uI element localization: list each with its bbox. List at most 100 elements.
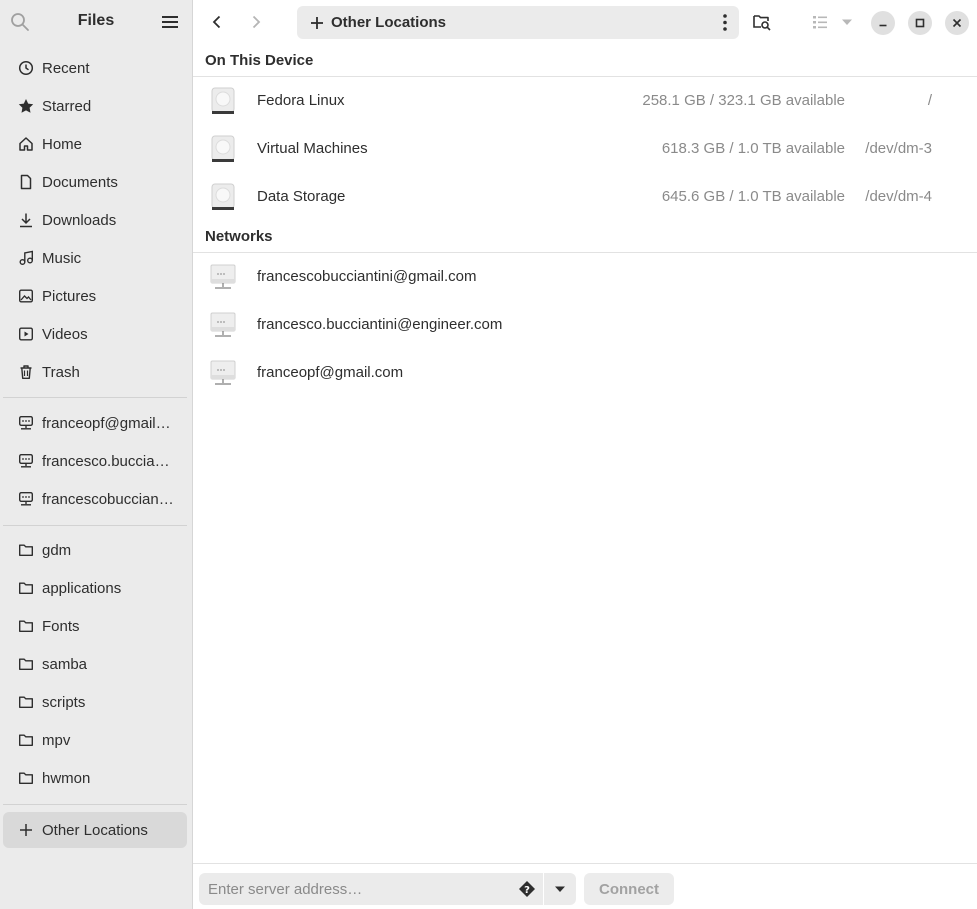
sidebar-item-documents[interactable]: Documents	[3, 164, 187, 200]
picture-icon	[18, 288, 34, 304]
device-mount: /dev/dm-3	[865, 140, 932, 157]
minimize-button[interactable]	[871, 11, 895, 35]
folder-icon	[18, 580, 34, 596]
list-view-icon	[813, 16, 827, 29]
device-available: 258.1 GB / 323.1 GB available	[642, 92, 845, 109]
folder-icon	[18, 770, 34, 786]
network-name: francesco.bucciantini@engineer.com	[257, 316, 503, 333]
sidebar-item-label: Fonts	[42, 617, 80, 635]
sidebar-item-label: applications	[42, 579, 122, 597]
sidebar-item-scripts[interactable]: scripts	[3, 684, 187, 720]
sidebar-item-network-gmail[interactable]: francescobucciantini@gmail.com	[3, 481, 187, 517]
network-server-icon	[210, 360, 236, 385]
folder-icon	[18, 542, 34, 558]
sidebar-item-starred[interactable]: Starred	[3, 88, 187, 124]
sidebar-item-hwmon[interactable]: hwmon	[3, 760, 187, 796]
server-address-input[interactable]	[199, 873, 543, 905]
device-name: Virtual Machines	[257, 140, 368, 157]
close-icon	[952, 18, 962, 28]
sidebar-item-label: mpv	[42, 731, 71, 749]
search-in-folder-button[interactable]	[749, 9, 775, 35]
view-options-dropdown[interactable]	[834, 9, 860, 35]
network-row-engineer[interactable]: francesco.bucciantini@engineer.com	[193, 301, 977, 349]
sidebar-item-label: Starred	[42, 97, 92, 115]
folder-search-icon	[753, 15, 771, 31]
chevron-down-icon	[555, 886, 565, 892]
recent-servers-dropdown[interactable]	[544, 873, 576, 905]
sidebar-item-label: scripts	[42, 693, 86, 711]
more-options-icon[interactable]	[723, 14, 727, 31]
document-icon	[18, 174, 34, 190]
sidebar-item-label: Trash	[42, 363, 80, 381]
music-icon	[18, 250, 34, 266]
drive-icon	[211, 87, 235, 114]
device-row-fedora-linux[interactable]: Fedora Linux 258.1 GB / 323.1 GB availab…	[193, 77, 977, 125]
main-content: Other Locations On This Device Fedora Li…	[193, 0, 977, 909]
connect-to-server-bar: ? Connect	[193, 863, 977, 909]
device-name: Fedora Linux	[257, 92, 345, 109]
video-icon	[18, 326, 34, 342]
sidebar-item-music[interactable]: Music	[3, 240, 187, 276]
network-row-francescobucciantini[interactable]: francescobucciantini@gmail.com	[193, 253, 977, 301]
maximize-button[interactable]	[908, 11, 932, 35]
close-button[interactable]	[945, 11, 969, 35]
clock-icon	[18, 60, 34, 76]
home-icon	[18, 136, 34, 152]
sidebar-item-trash[interactable]: Trash	[3, 354, 187, 390]
trash-icon	[18, 364, 34, 380]
sidebar-item-other-locations[interactable]: Other Locations	[3, 812, 187, 848]
sidebar-item-home[interactable]: Home	[3, 126, 187, 162]
sidebar-item-label: francesco.bucciantini@engineer.com	[42, 452, 174, 470]
network-name: francescobucciantini@gmail.com	[257, 268, 477, 285]
star-icon	[18, 98, 34, 114]
sidebar-separator	[3, 525, 187, 526]
hamburger-menu-icon[interactable]	[160, 12, 180, 32]
sidebar-item-mpv[interactable]: mpv	[3, 722, 187, 758]
sidebar-item-label: Pictures	[42, 287, 97, 305]
folder-icon	[18, 732, 34, 748]
network-server-icon	[210, 312, 236, 337]
chevron-left-icon	[212, 15, 221, 29]
sidebar-item-pictures[interactable]: Pictures	[3, 278, 187, 314]
sidebar-item-network-engineer[interactable]: francesco.bucciantini@engineer.com	[3, 443, 187, 479]
sidebar-item-label: Recent	[42, 59, 90, 77]
sidebar-item-applications[interactable]: applications	[3, 570, 187, 606]
network-icon	[18, 491, 34, 507]
connect-button[interactable]: Connect	[584, 873, 674, 905]
maximize-icon	[915, 18, 925, 28]
view-list-button[interactable]	[807, 9, 833, 35]
sidebar-item-downloads[interactable]: Downloads	[3, 202, 187, 238]
location-bar[interactable]: Other Locations	[297, 6, 739, 39]
sidebar-item-label: Downloads	[42, 211, 117, 229]
sidebar-item-recent[interactable]: Recent	[3, 50, 187, 86]
drive-icon	[211, 135, 235, 162]
header-bar: Other Locations	[193, 0, 977, 44]
sidebar-item-fonts[interactable]: Fonts	[3, 608, 187, 644]
network-name: franceopf@gmail.com	[257, 364, 404, 381]
chevron-down-icon	[842, 19, 852, 25]
network-icon	[18, 415, 34, 431]
device-row-virtual-machines[interactable]: Virtual Machines 618.3 GB / 1.0 TB avail…	[193, 125, 977, 173]
section-title-on-this-device: On This Device	[205, 52, 314, 69]
forward-button[interactable]	[243, 9, 269, 35]
plus-icon	[311, 16, 323, 29]
drive-icon	[211, 183, 235, 210]
network-row-franceopf[interactable]: franceopf@gmail.com	[193, 349, 977, 397]
sidebar-item-samba[interactable]: samba	[3, 646, 187, 682]
sidebar-item-label: franceopf@gmail.com	[42, 414, 174, 432]
sidebar-separator	[3, 397, 187, 398]
sidebar-header: Files	[0, 0, 192, 44]
device-name: Data Storage	[257, 188, 346, 205]
device-mount: /	[927, 92, 932, 109]
help-icon[interactable]: ?	[518, 880, 536, 898]
sidebar-item-label: Home	[42, 135, 83, 153]
device-row-data-storage[interactable]: Data Storage 645.6 GB / 1.0 TB available…	[193, 173, 977, 221]
sidebar-item-label: hwmon	[42, 769, 91, 787]
back-button[interactable]	[204, 9, 230, 35]
folder-icon	[18, 656, 34, 672]
device-available: 645.6 GB / 1.0 TB available	[661, 188, 845, 205]
sidebar-item-network-franceopf[interactable]: franceopf@gmail.com	[3, 405, 187, 441]
sidebar-item-videos[interactable]: Videos	[3, 316, 187, 352]
folder-icon	[18, 694, 34, 710]
sidebar-item-gdm[interactable]: gdm	[3, 532, 187, 568]
